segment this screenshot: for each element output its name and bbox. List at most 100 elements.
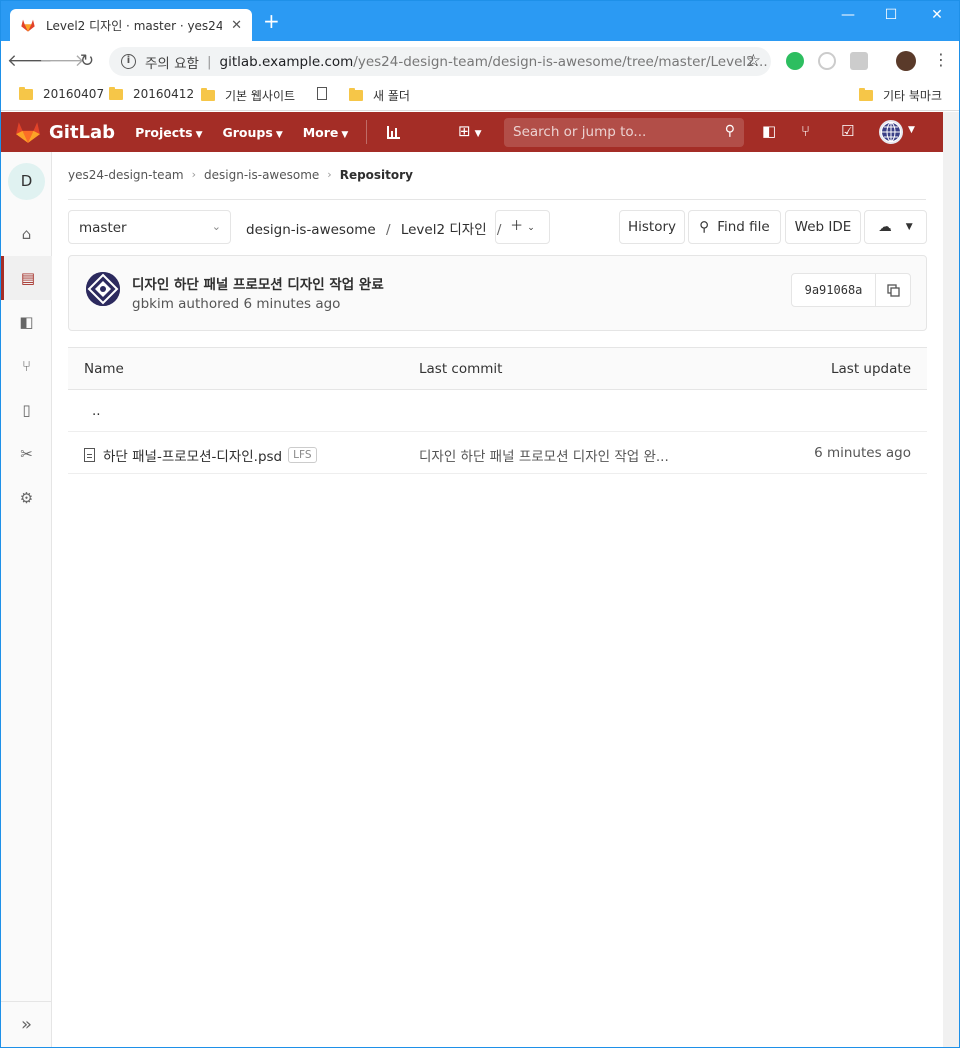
merge-request-icon: ⑂ [21,357,31,375]
activity-chart-icon[interactable] [387,125,401,139]
project-sidebar: D ⌂ ▤ ◧ ⑂ ▯ ✂ ⚙ » [1,152,52,1047]
bookmark-label: 기본 웹사이트 [225,89,296,103]
sidebar-item-repository[interactable]: ▤ [1,256,52,300]
table-row[interactable]: 하단 패널-프로모션-디자인.psd LFS 디자인 하단 패널 프로모션 디자… [68,432,927,474]
bookmark-star-icon[interactable]: ☆ [746,51,761,71]
bookmark-label: 20160412 [133,87,195,101]
branch-name: master [79,220,127,236]
user-avatar[interactable] [879,120,903,144]
book-icon: ▯ [22,401,31,419]
bookmark-page[interactable] [317,87,337,100]
file-name-cell[interactable]: 하단 패널-프로모션-디자인.psd LFS [84,445,317,465]
search-input[interactable]: Search or jump to... ⚲ [504,118,744,147]
close-window-button[interactable]: ✕ [922,7,952,23]
extension-icon[interactable] [818,52,836,70]
browser-toolbar: 🡐 🡒 ↻ i 주의 요함 | gitlab.example.com /yes2… [1,41,959,81]
extension-icon-2[interactable] [850,52,868,70]
chrome-menu-icon[interactable]: ⋮ [933,50,949,69]
forward-arrow-icon[interactable]: 🡒 [39,51,85,71]
history-button[interactable]: History [619,210,685,244]
plus-icon: ＋ [510,219,524,234]
info-icon[interactable]: i [121,54,136,69]
browser-tab[interactable]: Level2 디자인 · master · yes24-de ✕ [10,9,252,41]
new-tab-button[interactable]: + [263,11,280,31]
minimize-button[interactable]: — [833,7,863,23]
file-icon [84,448,95,462]
sidebar-item-snippets[interactable]: ✂ [1,432,52,476]
nav-groups-label: Groups [222,124,273,140]
breadcrumb-project[interactable]: design-is-awesome [204,168,319,182]
path-separator: / [385,222,391,238]
commit-sha[interactable]: 9a91068a [791,273,876,307]
home-icon: ⌂ [21,225,32,243]
address-separator: | [206,53,212,70]
profile-avatar[interactable] [896,51,916,71]
path-root-link[interactable]: design-is-awesome [246,222,376,238]
file-last-commit[interactable]: 디자인 하단 패널 프로모션 디자인 작업 완... [419,445,669,465]
project-avatar[interactable]: D [8,163,45,200]
bookmark-label: 새 폴더 [373,89,410,103]
repository-toolbar: master ⌄ design-is-awesome / Level2 디자인 … [68,210,927,244]
sidebar-item-wiki[interactable]: ▯ [1,388,52,432]
folder-icon [349,88,363,101]
breadcrumb-current[interactable]: Repository [340,168,413,182]
nav-more[interactable]: More ▼ [303,125,349,140]
commit-author-avatar[interactable] [86,272,120,306]
sidebar-item-project-overview[interactable]: ⌂ [1,212,52,256]
other-bookmarks[interactable]: 기타 북마크 [859,87,942,104]
bookmark-folder[interactable]: 20160407 [19,86,104,101]
bookmark-folder[interactable]: 기본 웹사이트 [201,87,295,104]
search-icon: ⚲ [724,123,735,139]
find-file-button[interactable]: ⚲ Find file [688,210,781,244]
gitlab-home-link[interactable]: GitLab [15,120,115,144]
sidebar-item-settings[interactable]: ⚙ [1,476,52,520]
column-header-name: Name [84,361,124,377]
breadcrumb-group[interactable]: yes24-design-team [68,168,184,182]
collapse-sidebar-button[interactable]: » [1,1001,52,1047]
double-chevron-right-icon: » [20,1014,32,1035]
last-commit-panel: 디자인 하단 패널 프로모션 디자인 작업 완료 gbkim authored … [68,255,927,331]
column-header-last-commit: Last commit [419,361,503,377]
table-row-parent[interactable]: .. [68,390,927,432]
caret-down-icon: ▼ [905,222,913,232]
breadcrumb: yes24-design-team › design-is-awesome › … [68,163,926,200]
todos-icon[interactable]: ☑ [841,122,854,140]
chevron-right-icon: › [327,168,332,181]
commit-title[interactable]: 디자인 하단 패널 프로모션 디자인 작업 완료 [132,273,384,293]
branch-selector[interactable]: master ⌄ [68,210,231,244]
sidebar-item-issues[interactable]: ◧ [1,300,52,344]
identicon-icon [86,272,120,306]
path-folder-link[interactable]: Level2 디자인 [401,222,487,238]
nav-more-label: More [302,124,339,140]
issues-icon[interactable]: ◧ [762,122,776,140]
nav-projects[interactable]: Projects ▼ [135,125,202,140]
back-arrow-icon[interactable]: 🡐 [7,51,53,71]
search-icon: ⚲ [699,219,710,235]
add-to-tree-button[interactable]: ＋ ⌄ [495,210,550,244]
reload-icon[interactable]: ↻ [71,51,103,71]
tab-close-icon[interactable]: ✕ [231,18,242,33]
parent-directory-link[interactable]: .. [92,403,101,419]
url-host: gitlab.example.com [219,53,354,70]
chevron-down-icon[interactable]: ▼ [908,125,915,135]
path-breadcrumb: design-is-awesome / Level2 디자인 / [246,218,507,238]
download-dropdown-button[interactable]: ☁ ▼ [864,210,927,244]
evernote-extension-icon[interactable] [786,52,804,70]
merge-requests-icon[interactable]: ⑂ [801,122,810,140]
bookmark-folder[interactable]: 새 폴더 [349,87,410,104]
nav-groups[interactable]: Groups ▼ [223,125,283,140]
address-bar[interactable]: i 주의 요함 | gitlab.example.com /yes24-desi… [109,47,771,76]
chevron-right-icon: › [191,168,197,181]
bookmarks-bar: 20160407 20160412 기본 웹사이트 새 폴더 기타 북마크 [1,81,959,111]
new-plus-square-icon[interactable]: ⊞ ▼ [458,122,482,140]
page-scrollbar[interactable] [943,112,959,1047]
web-ide-button[interactable]: Web IDE [785,210,861,244]
sidebar-item-merge-requests[interactable]: ⑂ [1,344,52,388]
file-name[interactable]: 하단 패널-프로모션-디자인.psd [103,445,282,465]
commit-meta: gbkim authored 6 minutes ago [132,296,341,312]
cloud-download-icon: ☁ [878,219,892,235]
maximize-button[interactable]: ☐ [876,7,906,23]
tab-title: Level2 디자인 · master · yes24-de [46,18,222,33]
copy-sha-button[interactable] [875,273,911,307]
bookmark-folder[interactable]: 20160412 [109,86,195,101]
